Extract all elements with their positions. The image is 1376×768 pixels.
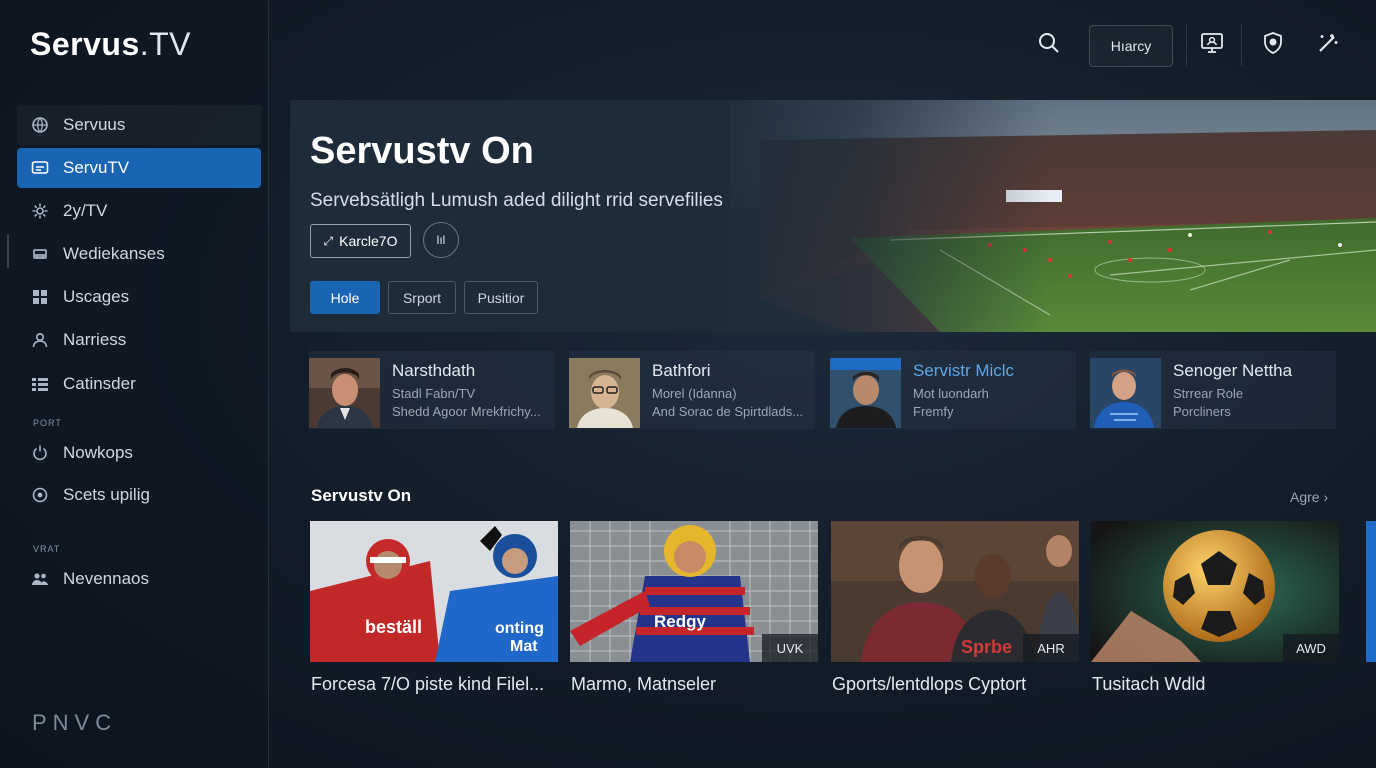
tile-badge: UVK [762, 634, 818, 662]
hero-title: Servustv On [310, 130, 534, 172]
servus-tv-logo[interactable]: Servus.TV [30, 26, 191, 63]
person-detail: Porcliners [1173, 404, 1231, 419]
sidebar-item-label: Nowkops [63, 443, 133, 462]
sidebar-section-label: PORT [33, 418, 62, 428]
svg-text:Sprbe: Sprbe [961, 637, 1012, 657]
person-name: Bathfori [652, 361, 711, 380]
search-button[interactable] [1034, 30, 1064, 60]
person-name: Narsthdath [392, 361, 476, 380]
svg-text:Mat: Mat [510, 638, 538, 655]
screen-icon [1200, 32, 1224, 59]
topbar-divider [1241, 24, 1242, 66]
person-name: Servistr Miclc [913, 361, 1015, 380]
bed-icon [17, 246, 63, 262]
sidebar-item-catinsder[interactable]: Catinsder [17, 364, 261, 404]
hero-secondary-button[interactable]: lıl [423, 222, 459, 258]
power-icon [17, 444, 63, 462]
person-detail: Mot luondarh [913, 386, 989, 401]
sidebar-item-servuus[interactable]: Servuus [17, 105, 261, 145]
sidebar-item-label: Servuus [63, 115, 126, 134]
sidebar-item-nowkops[interactable]: Nowkops [17, 433, 261, 473]
sidebar-section-label: VRAT [33, 544, 61, 554]
hero-primary-button-label: Karcle7O [339, 233, 398, 249]
topbar-divider [1186, 24, 1187, 66]
history-button[interactable]: Hıarcy [1089, 25, 1173, 67]
tv-icon [17, 160, 63, 176]
globe-icon [17, 116, 63, 134]
filter-chip-sport[interactable]: Srport [388, 281, 456, 314]
person-detail: Morel (Idanna) [652, 386, 737, 401]
content-tile[interactable]: Sprbe AHR [831, 521, 1079, 662]
sidebar-item-2ytv[interactable]: 2y/TV [17, 191, 261, 231]
content-tile[interactable]: AWD [1091, 521, 1339, 662]
person-thumbnail [309, 358, 380, 428]
section-title: Servustv On [311, 486, 412, 505]
filter-chip-home[interactable]: Hole [310, 281, 380, 314]
person-card[interactable]: Senoger Nettha Strrear Role Porcliners [1090, 351, 1336, 429]
person-thumbnail [569, 358, 640, 428]
sidebar-item-wediekanses[interactable]: Wediekanses [17, 234, 261, 274]
sidebar-item-label: Narriess [63, 330, 127, 349]
tile-caption: Forcesa 7/O piste kind Filel... [311, 674, 545, 694]
person-detail: And Sorac de Spirtdlads... [652, 404, 804, 419]
hero-primary-button[interactable]: ⤢ Karcle7O [310, 224, 411, 258]
person-detail: Strrear Role [1173, 386, 1244, 401]
sidebar-item-label: Uscages [63, 287, 130, 306]
list-icon [17, 377, 63, 391]
sidebar: Servus.TV Servuus ServuTV 2y/TV Wediekan… [0, 0, 269, 768]
person-card[interactable]: Narsthdath Stadl Fabn/TV Shedd Agoor Mre… [309, 351, 555, 429]
person-detail: Fremfy [913, 404, 954, 419]
tools-button[interactable] [1313, 30, 1343, 60]
grid-icon [17, 289, 63, 305]
content-tile[interactable]: Redgy UVK [570, 521, 818, 662]
shield-icon [1262, 31, 1284, 60]
person-detail: Shedd Agoor Mrekfrichy... [392, 404, 541, 419]
cast-button[interactable] [1197, 30, 1227, 60]
person-thumbnail [830, 358, 901, 428]
sidebar-item-nevennaos[interactable]: Nevennaos [17, 559, 261, 599]
filter-chip-position[interactable]: Pusitior [464, 281, 538, 314]
search-icon [1038, 32, 1060, 59]
tile-badge: AHR [1023, 634, 1079, 662]
person-icon [17, 331, 63, 349]
settings-icon [17, 486, 63, 504]
sidebar-item-label: Scets upilig [63, 485, 150, 504]
gear-icon [17, 202, 63, 220]
sidebar-item-label: ServuTV [63, 158, 130, 177]
hero-banner[interactable]: Servustv On Servebsätligh Lumush aded di… [290, 100, 1376, 332]
person-detail: Stadl Fabn/TV [392, 386, 476, 401]
tile-image: beställ onting Mat [310, 521, 558, 662]
tile-caption: Tusitach Wdld [1092, 674, 1206, 694]
sidebar-item-label: Catinsder [63, 374, 136, 393]
sidebar-item-label: Nevennaos [63, 569, 150, 588]
sidebar-scroll-indicator [7, 234, 9, 268]
svg-text:Redgy: Redgy [654, 612, 707, 631]
tile-caption: Gports/lentdlops Cyptort [832, 674, 1027, 694]
sidebar-item-label: 2y/TV [63, 201, 108, 220]
section-more-link[interactable]: Agre › [1290, 489, 1328, 505]
person-name: Senoger Nettha [1173, 361, 1293, 380]
tile-caption: Marmo, Matnseler [571, 674, 717, 694]
sidebar-item-servutv[interactable]: ServuTV [17, 148, 261, 188]
tile-badge: AWD [1283, 634, 1339, 662]
sidebar-item-scets-upilig[interactable]: Scets upilig [17, 475, 261, 515]
person-card[interactable]: Servistr Miclc Mot luondarh Fremfy [830, 351, 1076, 429]
partial-next-tile[interactable] [1366, 521, 1376, 662]
sidebar-footer-text: PNVC [32, 710, 118, 735]
sidebar-item-label: Wediekanses [63, 244, 165, 263]
sidebar-item-narriess[interactable]: Narriess [17, 320, 261, 360]
svg-text:onting: onting [495, 620, 544, 637]
person-thumbnail [1090, 358, 1161, 428]
expand-icon: ⤢ [323, 233, 334, 248]
svg-text:beställ: beställ [365, 617, 422, 637]
magic-wand-icon [1317, 32, 1339, 59]
people-icon [17, 570, 63, 588]
content-tile[interactable]: beställ onting Mat [310, 521, 558, 662]
hero-subtitle: Servebsätligh Lumush aded dilight rrid s… [310, 190, 723, 211]
person-card[interactable]: Bathfori Morel (Idanna) And Sorac de Spi… [569, 351, 815, 429]
profile-button[interactable] [1258, 30, 1288, 60]
sidebar-item-uscages[interactable]: Uscages [17, 277, 261, 317]
